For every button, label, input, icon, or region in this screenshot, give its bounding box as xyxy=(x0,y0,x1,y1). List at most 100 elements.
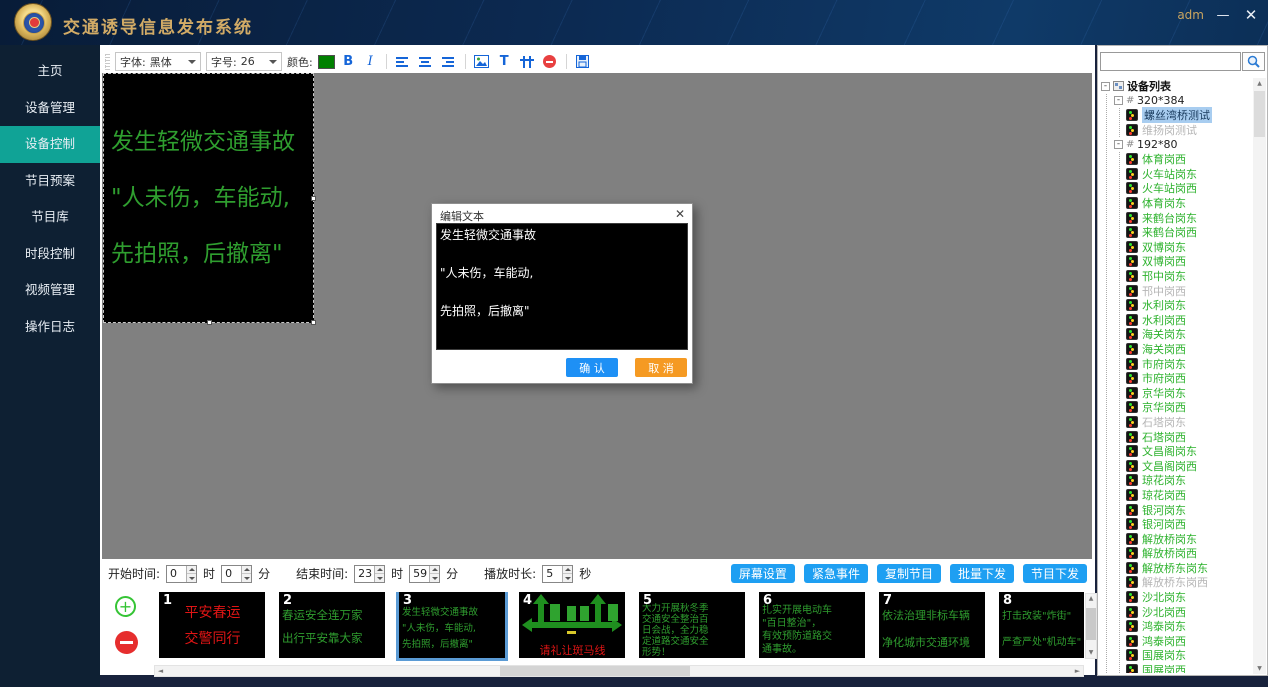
device-item[interactable]: 国展岗东 xyxy=(1126,648,1252,663)
minimize-button[interactable]: — xyxy=(1214,8,1232,23)
collapse-icon[interactable] xyxy=(1114,96,1123,105)
align-left-icon[interactable] xyxy=(394,54,412,70)
image-icon[interactable] xyxy=(473,54,491,70)
device-item[interactable]: 火车站岗西 xyxy=(1126,181,1252,196)
device-tree-root[interactable]: 设备列表 xyxy=(1101,79,1252,94)
program-thumb-8[interactable]: 8打击改装"炸街"严查严处"机动车" xyxy=(999,592,1084,658)
device-item[interactable]: 鸿泰岗西 xyxy=(1126,634,1252,649)
device-item[interactable]: 琼花岗西 xyxy=(1126,488,1252,503)
device-item[interactable]: 海关岗东 xyxy=(1126,327,1252,342)
sidebar-item-5[interactable]: 节目库 xyxy=(0,199,100,236)
program-thumb-7[interactable]: 7依法治理非标车辆净化城市交通环境 xyxy=(879,592,985,658)
sidebar-item-3[interactable]: 设备控制 xyxy=(0,126,100,163)
sidebar-item-8[interactable]: 操作日志 xyxy=(0,309,100,346)
program-thumb-3[interactable]: 3发生轻微交通事故"人未伤，车能动,先拍照，后撤离" xyxy=(399,592,505,658)
italic-button[interactable]: I xyxy=(362,54,379,69)
device-item[interactable]: 体育岗东 xyxy=(1126,196,1252,211)
device-item[interactable]: 京华岗西 xyxy=(1126,400,1252,415)
stop-icon[interactable] xyxy=(541,54,559,70)
search-button[interactable] xyxy=(1242,52,1265,71)
confirm-button[interactable]: 确 认 xyxy=(566,358,618,377)
spinner[interactable] xyxy=(374,566,384,582)
dialog-close-icon[interactable]: ✕ xyxy=(675,207,685,221)
font-family-select[interactable]: 字体: 黑体 xyxy=(115,52,201,71)
device-item[interactable]: 文昌阁岗东 xyxy=(1126,444,1252,459)
device-item[interactable]: 水利岗西 xyxy=(1126,313,1252,328)
device-item[interactable]: 解放桥东岗东 xyxy=(1126,561,1252,576)
collapse-icon[interactable] xyxy=(1114,140,1123,149)
device-item[interactable]: 沙北岗西 xyxy=(1126,604,1252,619)
device-item[interactable]: 京华岗东 xyxy=(1126,385,1252,400)
device-item[interactable]: 国展岗西 xyxy=(1126,663,1252,673)
program-send-button[interactable]: 节目下发 xyxy=(1023,564,1087,583)
start-hour-input[interactable]: 0 xyxy=(166,565,197,583)
align-right-icon[interactable] xyxy=(440,54,458,70)
cancel-button[interactable]: 取 消 xyxy=(635,358,687,377)
scroll-down-icon[interactable] xyxy=(1086,648,1096,658)
device-item[interactable]: 市府岗东 xyxy=(1126,356,1252,371)
device-item[interactable]: 双博岗西 xyxy=(1126,254,1252,269)
device-item[interactable]: 石塔岗西 xyxy=(1126,429,1252,444)
scroll-down-icon[interactable] xyxy=(1253,663,1266,674)
bold-button[interactable]: B xyxy=(340,54,357,69)
device-item[interactable]: 来鹤台岗东 xyxy=(1126,210,1252,225)
scrollbar-thumb[interactable] xyxy=(500,666,690,676)
device-item[interactable]: 来鹤台岗西 xyxy=(1126,225,1252,240)
device-item[interactable]: 文昌阁岗西 xyxy=(1126,458,1252,473)
led-preview[interactable]: 发生轻微交通事故"人未伤，车能动,先拍照，后撤离" xyxy=(103,73,314,323)
device-item[interactable]: 市府岗西 xyxy=(1126,371,1252,386)
device-item[interactable]: 鸿泰岗东 xyxy=(1126,619,1252,634)
user-menu[interactable]: adm xyxy=(1177,8,1204,22)
device-item[interactable]: 琼花岗东 xyxy=(1126,473,1252,488)
device-group-320x384[interactable]: #320*384 xyxy=(1114,94,1252,109)
remove-program-button[interactable] xyxy=(115,631,138,654)
program-thumb-2[interactable]: 2春运安全连万家出行平安靠大家 xyxy=(279,592,385,658)
resize-handle[interactable] xyxy=(207,320,212,325)
program-thumb-5[interactable]: 5大力开展秋冬季交通安全整治百日会战，全力稳定道路交通安全形势！ xyxy=(639,592,745,658)
scroll-up-icon[interactable] xyxy=(1086,594,1096,604)
emergency-event-button[interactable]: 紧急事件 xyxy=(804,564,868,583)
device-item[interactable]: 解放桥东岗西 xyxy=(1126,575,1252,590)
sidebar-item-4[interactable]: 节目预案 xyxy=(0,163,100,200)
end-minute-input[interactable]: 59 xyxy=(409,565,440,583)
device-item[interactable]: 火车站岗东 xyxy=(1126,167,1252,182)
align-center-icon[interactable] xyxy=(417,54,435,70)
duration-input[interactable]: 5 xyxy=(542,565,573,583)
batch-send-button[interactable]: 批量下发 xyxy=(950,564,1014,583)
device-item[interactable]: 沙北岗东 xyxy=(1126,590,1252,605)
scroll-left-icon[interactable] xyxy=(155,666,166,676)
device-item[interactable]: 海关岗西 xyxy=(1126,342,1252,357)
horizontal-scrollbar[interactable] xyxy=(154,665,1084,677)
device-item[interactable]: 解放桥岗东 xyxy=(1126,531,1252,546)
program-thumb-6[interactable]: 6扎实开展电动车"百日整治"，有效预防道路交通事故。 xyxy=(759,592,865,658)
scroll-right-icon[interactable] xyxy=(1072,666,1083,676)
device-item[interactable]: 石塔岗东 xyxy=(1126,415,1252,430)
device-search-input[interactable] xyxy=(1100,52,1241,71)
collapse-icon[interactable] xyxy=(1101,82,1110,91)
start-minute-input[interactable]: 0 xyxy=(221,565,252,583)
text-tool-button[interactable]: T xyxy=(496,54,513,69)
scrollbar-thumb[interactable] xyxy=(1086,608,1096,640)
end-hour-input[interactable]: 23 xyxy=(354,565,385,583)
device-item[interactable]: 维扬岗测试 xyxy=(1126,123,1252,138)
spinner[interactable] xyxy=(241,566,251,582)
color-swatch[interactable] xyxy=(318,55,335,69)
vertical-scrollbar[interactable] xyxy=(1085,593,1097,659)
toolbar-grip[interactable] xyxy=(105,54,110,70)
device-group-192x80[interactable]: #192*80 xyxy=(1114,137,1252,152)
sidebar-item-2[interactable]: 设备管理 xyxy=(0,90,100,127)
device-item[interactable]: 解放桥岗西 xyxy=(1126,546,1252,561)
spinner[interactable] xyxy=(429,566,439,582)
scrollbar-thumb[interactable] xyxy=(1254,91,1265,137)
resize-handle[interactable] xyxy=(311,320,316,325)
device-item[interactable]: 水利岗东 xyxy=(1126,298,1252,313)
add-program-button[interactable]: + xyxy=(115,596,136,617)
copy-program-button[interactable]: 复制节目 xyxy=(877,564,941,583)
spinner[interactable] xyxy=(186,566,196,582)
device-item[interactable]: 邗中岗东 xyxy=(1126,269,1252,284)
spinner[interactable] xyxy=(562,566,572,582)
device-item[interactable]: 双博岗东 xyxy=(1126,240,1252,255)
device-tree-scrollbar[interactable] xyxy=(1253,78,1266,674)
sidebar-item-7[interactable]: 视频管理 xyxy=(0,272,100,309)
close-button[interactable]: ✕ xyxy=(1242,6,1260,24)
